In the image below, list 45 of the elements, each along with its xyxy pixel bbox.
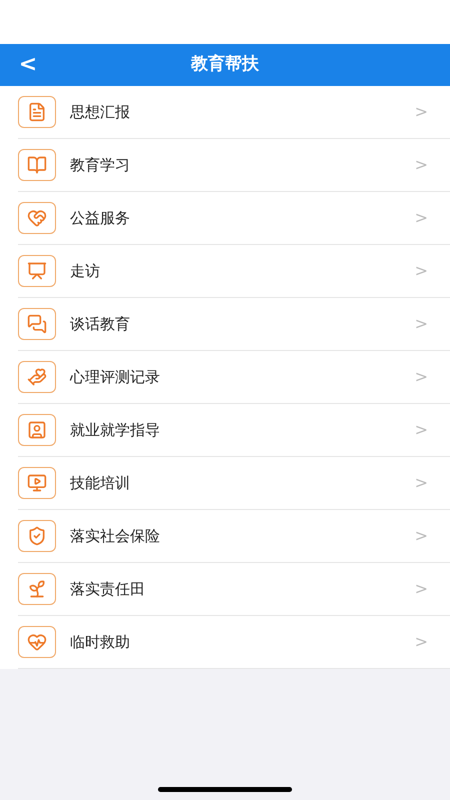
menu-item[interactable]: 落实责任田 > <box>18 563 450 616</box>
menu-item[interactable]: 心理评测记录 > <box>18 351 450 404</box>
chevron: > <box>414 419 428 441</box>
menu-item[interactable]: 思想汇报 > <box>18 86 450 139</box>
handshake-icon <box>18 202 56 234</box>
book-icon <box>18 149 56 181</box>
menu-label: 思想汇报 <box>70 102 131 123</box>
heart-pulse-icon <box>18 626 56 658</box>
menu-item[interactable]: 谈话教育 > <box>18 298 450 351</box>
menu-label: 落实社会保险 <box>70 526 161 547</box>
chevron: > <box>414 154 428 176</box>
menu-label: 就业就学指导 <box>70 420 161 441</box>
menu-label: 公益服务 <box>70 208 131 229</box>
menu-label: 教育学习 <box>70 154 131 176</box>
document-icon <box>18 96 56 128</box>
chevron: > <box>414 101 428 123</box>
chevron: > <box>414 313 428 335</box>
shield-icon <box>18 520 56 552</box>
person-card-icon <box>18 414 56 446</box>
menu-label: 技能培训 <box>70 472 131 494</box>
menu-label: 心理评测记录 <box>70 366 161 388</box>
menu-item[interactable]: 教育学习 > <box>18 139 450 192</box>
monitor-icon <box>18 467 56 499</box>
menu-label: 落实责任田 <box>70 578 146 600</box>
menu-item[interactable]: 技能培训 > <box>18 457 450 510</box>
presenter-icon <box>18 255 56 287</box>
menu-label: 临时救助 <box>70 632 131 653</box>
chevron: > <box>414 631 428 653</box>
menu-item[interactable]: 公益服务 > <box>18 192 450 245</box>
menu-label: 走访 <box>70 260 101 282</box>
chevron: > <box>414 366 428 388</box>
menu-item[interactable]: 落实社会保险 > <box>18 510 450 563</box>
chevron: > <box>414 207 428 229</box>
chevron: > <box>414 525 428 547</box>
menu-item[interactable]: 就业就学指导 > <box>18 404 450 457</box>
chevron: > <box>414 472 428 494</box>
back-button[interactable]: < <box>16 54 40 76</box>
chat-icon <box>18 308 56 340</box>
sprout-icon <box>18 573 56 605</box>
menu-item[interactable]: 临时救助 > <box>18 616 450 669</box>
menu-label: 谈话教育 <box>70 314 131 335</box>
menu-item[interactable]: 走访 > <box>18 245 450 298</box>
chevron: > <box>414 578 428 600</box>
page-title: 教育帮扶 <box>191 53 259 76</box>
chevron: > <box>414 260 428 282</box>
